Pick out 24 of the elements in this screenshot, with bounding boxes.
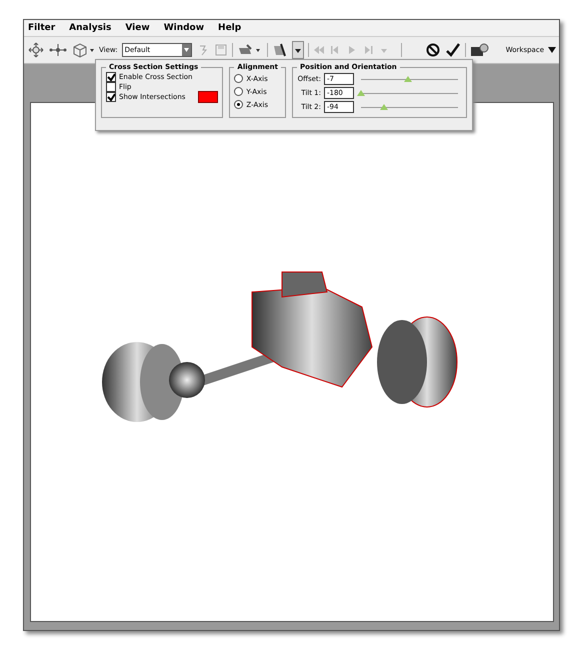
axes-icon[interactable] [49,42,67,58]
caret-icon [548,47,556,53]
radio-button[interactable] [234,74,244,83]
caret-icon[interactable] [292,41,304,59]
menu-item[interactable]: Filter [28,23,56,33]
checkmark-icon[interactable] [444,42,461,58]
move-icon[interactable] [27,42,45,58]
cancel-icon[interactable] [424,42,441,58]
slider-thumb[interactable] [404,76,412,82]
checkbox[interactable] [106,82,116,92]
menu-item[interactable]: Window [164,23,204,33]
radio-button[interactable] [234,87,244,96]
slider-thumb[interactable] [357,90,365,96]
radio-button[interactable] [234,100,244,109]
checkbox[interactable] [106,72,116,82]
checkbox[interactable] [106,92,116,102]
color-swatch[interactable] [198,91,218,103]
menu-item[interactable]: View [125,23,150,33]
caret-icon [182,44,191,56]
menu-item[interactable]: Help [218,23,242,33]
cross-section-icon[interactable] [272,42,288,58]
cube-icon[interactable] [71,42,95,58]
menu-item[interactable]: Analysis [69,23,112,33]
slider-thumb[interactable] [380,104,388,110]
